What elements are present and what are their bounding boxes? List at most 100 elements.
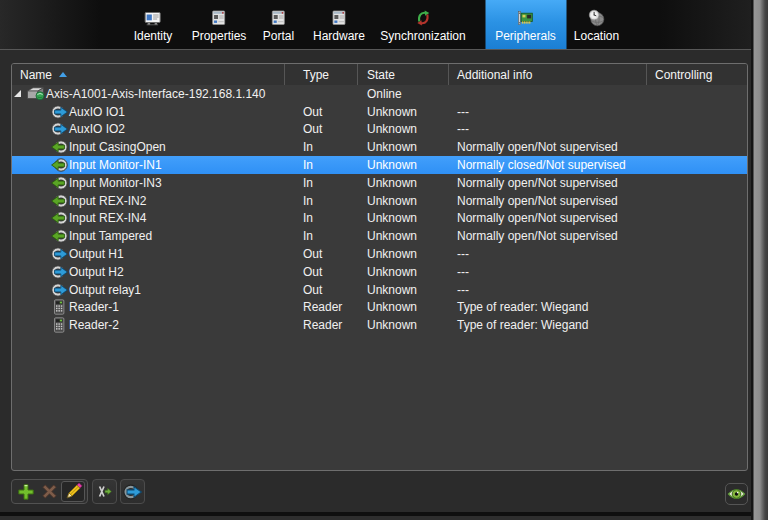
column-header-label: Controlling [655,68,712,82]
state-cell: Unknown [358,281,449,299]
reader-icon [49,317,69,333]
cell-text: Unknown [367,176,417,190]
additional-info-cell: Normally open/Not supervised [449,174,647,192]
tab-portal[interactable]: Portal [263,0,294,49]
type-cell: In [285,138,358,156]
delete-button[interactable] [38,481,62,502]
cell-text: Unknown [367,211,417,225]
tab-properties[interactable]: Properties [192,0,247,49]
assign-button[interactable] [92,479,117,504]
additional-info-cell: --- [449,263,647,281]
column-header-label: Type [303,68,329,82]
tab-peripherals[interactable]: Peripherals [485,0,566,49]
state-cell: Unknown [358,299,449,317]
cell-text: Type of reader: Wiegand [457,318,588,332]
state-cell: Unknown [358,316,449,334]
properties-icon [210,9,228,27]
toolbar [0,478,751,508]
cell-text: Unknown [367,158,417,172]
tab-location[interactable]: Location [574,0,619,49]
state-cell: Unknown [358,103,449,121]
cell-text: Unknown [367,122,417,136]
out-icon [49,264,69,280]
controlling-cell [647,227,737,245]
type-cell: In [285,192,358,210]
controlling-cell [647,121,737,139]
table-row[interactable]: Input TamperedInUnknownNormally open/Not… [12,227,747,245]
cell-text: Unknown [367,283,417,297]
type-cell: Out [285,281,358,299]
show-button[interactable] [725,483,748,505]
state-cell: Unknown [358,210,449,228]
io-button[interactable] [120,479,145,504]
column-header-name[interactable]: Name [12,64,285,85]
cell-text: Normally open/Not supervised [457,211,618,225]
table-row[interactable]: Input REX-IN2 In Unknown Normally open/Not … [12,192,747,210]
additional-info-cell: Normally open/Not supervised [449,138,647,156]
column-header-label: Name [20,68,52,82]
name-cell: Input Tampered [12,227,285,245]
cell-text: Out [303,105,322,119]
table-row[interactable]: Input CasingOpen In Unknown Normally open/N… [12,138,747,156]
table-row[interactable]: Output H2OutUnknown--- [12,263,747,281]
state-cell: Unknown [358,245,449,263]
table-body: Axis-A1001-Axis-Interface-192.168.1.140 O… [12,85,747,334]
column-header-controlling[interactable]: Controlling [647,64,737,85]
tab-hardware[interactable]: Hardware [313,0,365,49]
cell-text: Online [367,87,402,101]
item-name: Input CasingOpen [69,140,166,154]
in-icon [49,193,69,209]
cell-text: Unknown [367,140,417,154]
out-icon [49,282,69,298]
controlling-cell [647,85,737,103]
controlling-cell [647,263,737,281]
peripherals-icon [517,9,535,27]
cell-text: Unknown [367,194,417,208]
column-header-state[interactable]: State [358,64,449,85]
table-row[interactable]: Input REX-IN4InUnknownNormally open/Not … [12,210,747,228]
cell-text: --- [457,122,469,136]
cell-text: Unknown [367,265,417,279]
table-row[interactable]: Axis-A1001-Axis-Interface-192.168.1.140 O… [12,85,747,103]
additional-info-cell: Type of reader: Wiegand [449,316,647,334]
name-cell: AuxIO IO2 [12,121,285,139]
table-row[interactable]: Output relay1OutUnknown--- [12,281,747,299]
controlling-cell [647,156,737,174]
item-name: Input Monitor-IN1 [69,158,162,172]
expand-collapse-icon[interactable] [14,90,21,97]
name-cell: Input REX-IN2 [12,192,285,210]
item-name: Output relay1 [69,283,141,297]
additional-info-cell: Normally open/Not supervised [449,192,647,210]
table-row[interactable]: Reader-2ReaderUnknownType of reader: Wie… [12,316,747,334]
column-header-type[interactable]: Type [285,64,358,85]
table-row[interactable]: AuxIO IO2OutUnknown--- [12,121,747,139]
table-row[interactable]: AuxIO IO1OutUnknown--- [12,103,747,121]
edit-button[interactable] [61,481,85,502]
table-row[interactable]: Reader-1ReaderUnknownType of reader: Wie… [12,299,747,317]
column-header-additional-info[interactable]: Additional info [449,64,647,85]
table-row[interactable]: Input Monitor-IN3InUnknownNormally open/… [12,174,747,192]
add-button[interactable] [14,481,38,502]
table-row[interactable]: Output H1OutUnknown--- [12,245,747,263]
table-row[interactable]: Input Monitor-IN1InUnknownNormally close… [12,156,747,174]
state-cell: Online [358,85,449,103]
controlling-cell [647,281,737,299]
reader-icon [49,299,69,315]
name-cell: Reader-1 [12,299,285,317]
out-icon [49,121,69,137]
additional-info-cell: --- [449,245,647,263]
type-cell [285,85,358,103]
cell-text: In [303,194,313,208]
controlling-cell [647,299,737,317]
name-cell: Output H1 [12,245,285,263]
tab-synchronization[interactable]: Synchronization [380,0,465,49]
window-right-edge [751,0,768,520]
tab-identity[interactable]: Identity [134,0,173,49]
additional-info-cell: --- [449,121,647,139]
location-icon [588,9,606,27]
state-cell: Unknown [358,138,449,156]
name-cell: Axis-A1001-Axis-Interface-192.168.1.140 [12,85,285,103]
name-cell: AuxIO IO1 [12,103,285,121]
name-cell: Output H2 [12,263,285,281]
tab-label: Portal [263,29,294,43]
